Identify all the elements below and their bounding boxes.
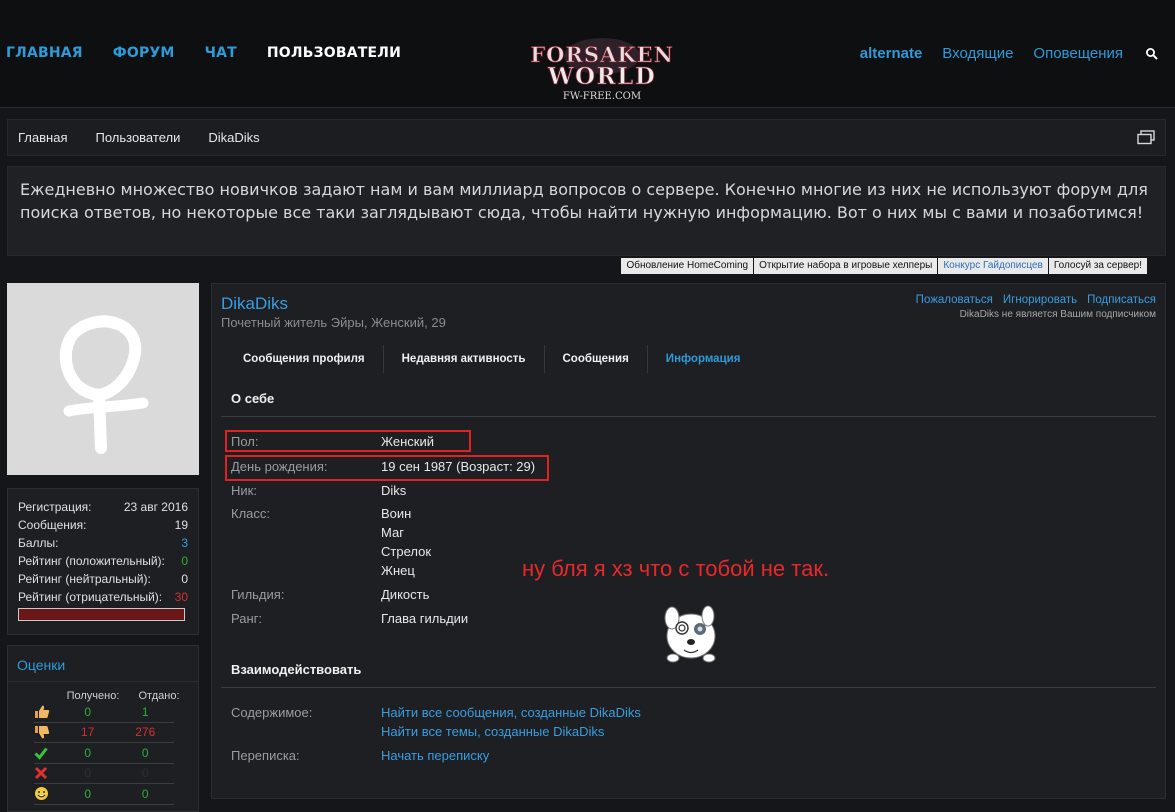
ratings-panel: Оценки Получено: Отдано: 01 17 276 00 00 0… bbox=[7, 645, 199, 812]
notice-banner: Ежедневно множество новичков задают нам … bbox=[7, 166, 1166, 256]
divider bbox=[221, 687, 1156, 688]
content-label: Содержимое: bbox=[231, 705, 313, 720]
top-header: ГЛАВНАЯ ФОРУМ ЧАТ ПОЛЬЗОВАТЕЛИ FORSAKEN … bbox=[0, 0, 1175, 108]
user-stats: Регистрация: 23 авг 2016 Сообщения: 19 Бал… bbox=[7, 488, 199, 635]
rating-row: 00 bbox=[34, 784, 174, 805]
stat-positive: Рейтинг (положительный): 0 bbox=[18, 554, 188, 568]
nav-inbox[interactable]: Входящие bbox=[942, 45, 1013, 62]
rank-value: Глава гильдии bbox=[381, 611, 469, 626]
follow-status: DikaDiks не является Вашим подписчиком bbox=[959, 309, 1156, 320]
female-symbol-icon bbox=[59, 315, 149, 454]
profile-tabs: Сообщения профиля Недавняя активность Со… bbox=[225, 345, 758, 373]
follow-link[interactable]: Подписаться bbox=[1087, 294, 1156, 306]
find-threads-link[interactable]: Найти все темы, созданные DikaDiks bbox=[381, 724, 604, 739]
breadcrumb-users[interactable]: Пользователи bbox=[95, 130, 180, 145]
rating-row: 00 bbox=[34, 764, 174, 784]
guild-value: Дикость bbox=[381, 587, 430, 602]
guild-label: Гильдия: bbox=[231, 587, 285, 602]
nav-forum[interactable]: ФОРУМ bbox=[113, 45, 175, 61]
user-nav: alternate Входящие Оповещения bbox=[840, 45, 1159, 62]
site-logo[interactable]: FORSAKEN WORLD FW-FREE.COM bbox=[527, 36, 677, 102]
window-icon[interactable] bbox=[1137, 130, 1155, 145]
class-value: Воин bbox=[381, 506, 412, 521]
gender-label: Пол: bbox=[231, 434, 259, 449]
find-posts-link[interactable]: Найти все сообщения, созданные DikaDiks bbox=[381, 705, 641, 720]
nav-alerts[interactable]: Оповещения bbox=[1033, 45, 1123, 62]
tab-postings[interactable]: Сообщения bbox=[545, 345, 648, 373]
stat-registered: Регистрация: 23 авг 2016 bbox=[18, 500, 188, 514]
rating-row: 00 bbox=[34, 743, 174, 764]
about-heading: О себе bbox=[231, 391, 275, 406]
class-label: Класс: bbox=[231, 506, 270, 521]
tab-profile-posts[interactable]: Сообщения профиля bbox=[225, 345, 384, 373]
nav-chat[interactable]: ЧАТ bbox=[205, 45, 237, 61]
interact-heading: Взаимодействовать bbox=[231, 662, 362, 677]
conversation-label: Переписка: bbox=[231, 748, 300, 763]
check-icon bbox=[34, 747, 48, 760]
divider bbox=[221, 416, 1156, 417]
link-guide-contest[interactable]: Конкурс Гайдописцев bbox=[938, 258, 1048, 274]
link-vote[interactable]: Голосуй за сервер! bbox=[1048, 258, 1147, 274]
class-value: Стрелок bbox=[381, 544, 432, 559]
tab-information[interactable]: Информация bbox=[648, 345, 759, 373]
report-link[interactable]: Пожаловаться bbox=[916, 294, 993, 306]
stat-neutral: Рейтинг (нейтральный): 0 bbox=[18, 572, 188, 586]
profile-user-title: Почетный житель Эйры, Женский, 29 bbox=[221, 315, 446, 330]
profile-actions: Пожаловаться Игнорировать Подписаться bbox=[906, 294, 1156, 306]
link-helpers[interactable]: Открытие набора в игровые хелперы bbox=[754, 258, 938, 274]
start-conversation-link[interactable]: Начать переписку bbox=[381, 748, 489, 763]
nick-value: Diks bbox=[381, 483, 407, 498]
announcement-links: Обновление HomeComing Открытие набора в … bbox=[620, 258, 1147, 274]
profile-username[interactable]: DikaDiks bbox=[221, 294, 288, 314]
breadcrumb-user[interactable]: DikaDiks bbox=[208, 130, 259, 145]
svg-text:WORLD: WORLD bbox=[547, 63, 657, 90]
avatar[interactable] bbox=[7, 283, 199, 475]
thumbs-up-icon bbox=[35, 705, 50, 718]
nav-users[interactable]: ПОЛЬЗОВАТЕЛИ bbox=[267, 45, 401, 61]
dog-emoticon-icon bbox=[664, 605, 716, 663]
reputation-bar bbox=[18, 608, 185, 621]
main-nav: ГЛАВНАЯ ФОРУМ ЧАТ ПОЛЬЗОВАТЕЛИ bbox=[6, 45, 431, 61]
notice-text: Ежедневно множество новичков задают нам … bbox=[20, 180, 1148, 222]
cross-icon bbox=[34, 767, 48, 780]
class-value: Жнец bbox=[381, 563, 415, 578]
stat-negative: Рейтинг (отрицательный): 30 bbox=[18, 590, 188, 604]
stat-messages: Сообщения: 19 bbox=[18, 518, 188, 532]
thumbs-down-icon bbox=[35, 726, 50, 739]
svg-text:FW-FREE.COM: FW-FREE.COM bbox=[563, 91, 641, 102]
rating-row: 01 bbox=[34, 702, 174, 723]
smile-icon bbox=[35, 787, 48, 801]
nav-home[interactable]: ГЛАВНАЯ bbox=[6, 45, 83, 61]
rating-row: 17 276 bbox=[34, 723, 174, 743]
search-icon[interactable] bbox=[1145, 47, 1159, 61]
gender-value: Женский bbox=[381, 434, 434, 449]
link-homecoming[interactable]: Обновление HomeComing bbox=[621, 258, 754, 274]
profile-panel: DikaDiks Почетный житель Эйры, Женский, … bbox=[211, 283, 1166, 799]
ratings-header: Получено: Отдано: bbox=[66, 690, 180, 702]
birthday-label: День рождения: bbox=[231, 459, 328, 474]
highlight-box-gender bbox=[225, 430, 471, 452]
tab-recent-activity[interactable]: Недавняя активность bbox=[384, 345, 545, 373]
annotation-text: ну бля я хз что с тобой не так. bbox=[522, 556, 830, 581]
nick-label: Ник: bbox=[231, 483, 257, 498]
rank-label: Ранг: bbox=[231, 611, 263, 626]
ignore-link[interactable]: Игнорировать bbox=[1003, 294, 1077, 306]
birthday-value: 19 сен 1987 (Возраст: 29) bbox=[381, 459, 536, 474]
ratings-title: Оценки bbox=[8, 646, 198, 682]
class-value: Маг bbox=[381, 525, 404, 540]
stat-points: Баллы: 3 bbox=[18, 536, 188, 550]
breadcrumb-home[interactable]: Главная bbox=[18, 130, 67, 145]
breadcrumb: Главная Пользователи DikaDiks bbox=[7, 119, 1166, 156]
nav-account[interactable]: alternate bbox=[860, 45, 923, 62]
